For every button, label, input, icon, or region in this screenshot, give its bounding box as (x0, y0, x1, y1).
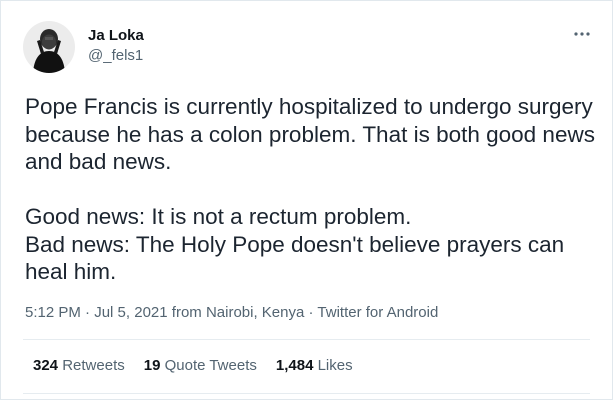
quote-tweets-label: Quote Tweets (164, 357, 257, 374)
more-options-icon[interactable] (570, 27, 594, 41)
tweet-meta: 5:12 PM · Jul 5, 2021 from Nairobi, Keny… (25, 303, 438, 322)
likes-stat[interactable]: 1,484 Likes (276, 356, 353, 375)
retweets-count: 324 (33, 357, 59, 374)
tweet-client-link[interactable]: Twitter for Android (317, 304, 438, 321)
tweet-header: Ja Loka @_fels1 (23, 19, 144, 75)
avatar-image (23, 21, 75, 73)
tweet-text: Pope Francis is currently hospitalized t… (25, 93, 595, 286)
author-display-name[interactable]: Ja Loka (88, 26, 144, 45)
quote-tweets-count: 19 (143, 357, 161, 374)
retweets-stat[interactable]: 324 Retweets (33, 356, 125, 375)
tweet-location: from Nairobi, Kenya (167, 304, 305, 321)
retweets-label: Retweets (62, 357, 125, 374)
tweet-stats: 324 Retweets 19 Quote Tweets 1,484 Likes (33, 356, 372, 375)
tweet-line-bad-news: Bad news: The Holy Pope doesn't believe … (25, 231, 565, 285)
likes-count: 1,484 (275, 357, 314, 374)
likes-label: Likes (317, 357, 353, 374)
tweet-paragraph: Pope Francis is currently hospitalized t… (25, 94, 595, 174)
meta-separator: · (304, 304, 318, 321)
author-handle[interactable]: @_fels1 (88, 46, 144, 65)
more-dots (574, 32, 590, 36)
divider (23, 339, 590, 340)
author-names: Ja Loka @_fels1 (88, 26, 144, 65)
tweet-line-good-news: Good news: It is not a rectum problem. (25, 204, 412, 229)
meta-separator: · (80, 304, 95, 321)
divider (23, 393, 590, 394)
quote-tweets-stat[interactable]: 19 Quote Tweets (144, 356, 257, 375)
user-avatar-icon[interactable] (23, 21, 75, 73)
tweet-card: Ja Loka @_fels1 Pope Francis is currentl… (0, 0, 613, 400)
tweet-time-link[interactable]: 5:12 PM (25, 304, 81, 321)
tweet-date-link[interactable]: Jul 5, 2021 (94, 304, 167, 321)
